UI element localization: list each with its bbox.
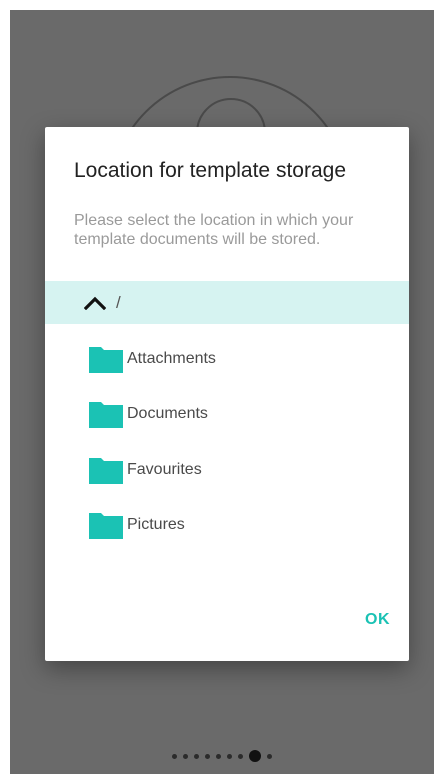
page-dot <box>205 753 210 759</box>
folder-item-documents[interactable]: Documents <box>45 387 409 443</box>
page-dot <box>227 753 232 759</box>
folder-icon <box>88 344 124 374</box>
folder-icon <box>88 399 124 429</box>
page-dot <box>183 753 188 759</box>
folder-list: Attachments Documents Favourites Picture… <box>45 331 409 553</box>
dialog-title: Location for template storage <box>74 159 346 182</box>
page-indicator <box>10 749 434 763</box>
folder-item-attachments[interactable]: Attachments <box>45 331 409 387</box>
folder-item-favourites[interactable]: Favourites <box>45 442 409 498</box>
folder-item-pictures[interactable]: Pictures <box>45 498 409 554</box>
parent-directory-row[interactable]: / <box>45 281 409 324</box>
folder-name: Documents <box>127 405 208 423</box>
page-dot <box>216 753 221 759</box>
folder-name: Attachments <box>127 349 216 367</box>
dialog-message: Please select the location in which your… <box>74 212 354 248</box>
folder-icon <box>88 455 124 485</box>
page-dot <box>238 753 243 759</box>
page-dot-active <box>249 750 261 762</box>
folder-name: Favourites <box>127 460 202 478</box>
current-path-label: / <box>116 292 121 312</box>
location-dialog: Location for template storage Please sel… <box>45 127 409 661</box>
chevron-up-icon[interactable] <box>84 292 106 314</box>
page-dot <box>172 753 177 759</box>
page-dot <box>267 753 272 759</box>
page-dot <box>194 753 199 759</box>
folder-icon <box>88 510 124 540</box>
folder-name: Pictures <box>127 516 185 534</box>
ok-button[interactable]: OK <box>365 611 390 629</box>
